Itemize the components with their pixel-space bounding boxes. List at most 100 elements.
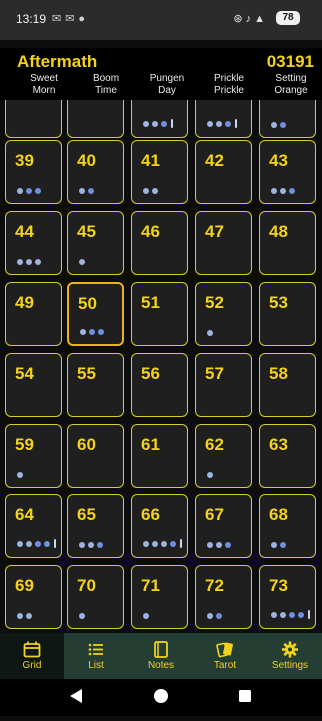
day-cell[interactable] xyxy=(131,100,188,138)
day-cell[interactable]: 64 xyxy=(5,494,62,558)
event-dot xyxy=(207,330,213,336)
day-number: 40 xyxy=(77,151,96,170)
day-cell[interactable]: 71 xyxy=(131,565,188,629)
day-number: 49 xyxy=(15,293,34,312)
day-cell[interactable]: 49 xyxy=(5,282,62,346)
column-header: Prickle Prickle xyxy=(213,73,244,96)
day-cell[interactable]: 66 xyxy=(131,494,188,558)
back-icon[interactable] xyxy=(70,689,82,703)
tab-notes[interactable]: Notes xyxy=(129,633,193,679)
day-number: 71 xyxy=(141,576,160,595)
day-cell[interactable]: 45 xyxy=(67,211,124,275)
day-number: 42 xyxy=(205,151,224,170)
tab-grid[interactable]: Grid xyxy=(0,633,64,679)
day-cell[interactable]: 50 xyxy=(67,282,124,346)
event-dot xyxy=(143,188,149,194)
event-dot xyxy=(207,613,213,619)
day-cell[interactable]: 46 xyxy=(131,211,188,275)
event-indicators xyxy=(207,542,231,548)
day-cell[interactable]: 42 xyxy=(195,140,252,204)
event-indicators xyxy=(271,610,310,619)
event-dot xyxy=(280,122,286,128)
column-header: Pungen Day xyxy=(149,73,185,96)
day-number: 54 xyxy=(15,364,34,383)
day-cell[interactable] xyxy=(5,100,62,138)
event-dot xyxy=(143,540,149,547)
tab-tarot[interactable]: Tarot xyxy=(193,633,257,679)
day-cell[interactable]: 57 xyxy=(195,353,252,417)
event-dot xyxy=(35,540,41,547)
day-cell[interactable]: 44 xyxy=(5,211,62,275)
day-grid[interactable]: 39 40 41 42 43 44 45 46 47 48 49 50 51 52 53 54 55 56 57 58… xyxy=(0,100,322,633)
recents-icon[interactable] xyxy=(239,690,251,702)
event-dot xyxy=(26,188,32,194)
day-cell[interactable] xyxy=(259,100,316,138)
home-icon[interactable] xyxy=(154,689,168,703)
day-cell[interactable]: 51 xyxy=(131,282,188,346)
day-cell[interactable]: 58 xyxy=(259,353,316,417)
tab-label: Settings xyxy=(271,660,309,671)
day-cell[interactable]: 63 xyxy=(259,424,316,488)
event-indicators xyxy=(207,330,213,336)
event-dot xyxy=(35,259,41,265)
day-cell[interactable]: 73 xyxy=(259,565,316,629)
day-cell[interactable]: 53 xyxy=(259,282,316,346)
day-cell[interactable]: 43 xyxy=(259,140,316,204)
day-cell[interactable]: 41 xyxy=(131,140,188,204)
day-cell[interactable]: 65 xyxy=(67,494,124,558)
event-indicators xyxy=(17,539,56,548)
day-cell[interactable]: 54 xyxy=(5,353,62,417)
day-cell[interactable]: 67 xyxy=(195,494,252,558)
event-indicators xyxy=(143,119,173,128)
day-number: 50 xyxy=(78,294,97,313)
event-dot xyxy=(17,259,23,265)
day-cell[interactable]: 59 xyxy=(5,424,62,488)
tab-list[interactable]: List xyxy=(64,633,128,679)
day-cell[interactable]: 68 xyxy=(259,494,316,558)
day-number: 72 xyxy=(205,576,224,595)
tab-label: Tarot xyxy=(213,660,237,671)
day-number: 70 xyxy=(77,576,96,595)
tab-settings[interactable]: Settings xyxy=(258,633,322,679)
day-cell[interactable] xyxy=(67,100,124,138)
day-number: 53 xyxy=(269,293,288,312)
event-dot xyxy=(216,613,222,619)
day-cell[interactable]: 60 xyxy=(67,424,124,488)
event-dot xyxy=(298,611,304,618)
day-cell[interactable]: 56 xyxy=(131,353,188,417)
day-number: 67 xyxy=(205,505,224,524)
tab-label: List xyxy=(88,660,104,671)
day-number: 62 xyxy=(205,435,224,454)
day-cell[interactable]: 39 xyxy=(5,140,62,204)
book-icon xyxy=(154,641,168,658)
day-cell[interactable]: 52 xyxy=(195,282,252,346)
event-indicators xyxy=(143,188,158,194)
day-cell[interactable]: 55 xyxy=(67,353,124,417)
day-number: 55 xyxy=(77,364,96,383)
day-cell[interactable]: 48 xyxy=(259,211,316,275)
event-indicators xyxy=(17,188,41,194)
event-bar xyxy=(180,539,182,548)
event-dot xyxy=(271,611,277,618)
day-cell[interactable]: 72 xyxy=(195,565,252,629)
app-header: Aftermath 03191 Sweet Morn Boom Time Punge… xyxy=(0,48,322,100)
day-cell[interactable]: 40 xyxy=(67,140,124,204)
day-number: 44 xyxy=(15,222,34,241)
day-cell[interactable] xyxy=(195,100,252,138)
event-dot xyxy=(225,120,231,127)
event-dot xyxy=(271,188,277,194)
event-dot xyxy=(161,120,167,127)
day-cell[interactable]: 70 xyxy=(67,565,124,629)
day-cell[interactable]: 61 xyxy=(131,424,188,488)
event-dot xyxy=(170,540,176,547)
notification-icons: ✉✉● xyxy=(52,13,90,25)
event-indicators xyxy=(143,613,149,619)
day-cell[interactable]: 69 xyxy=(5,565,62,629)
event-indicators xyxy=(17,472,23,478)
event-indicators xyxy=(143,539,182,548)
day-cell[interactable]: 62 xyxy=(195,424,252,488)
day-cell[interactable]: 47 xyxy=(195,211,252,275)
event-indicators xyxy=(271,122,286,128)
day-number: 39 xyxy=(15,151,34,170)
day-number: 56 xyxy=(141,364,160,383)
